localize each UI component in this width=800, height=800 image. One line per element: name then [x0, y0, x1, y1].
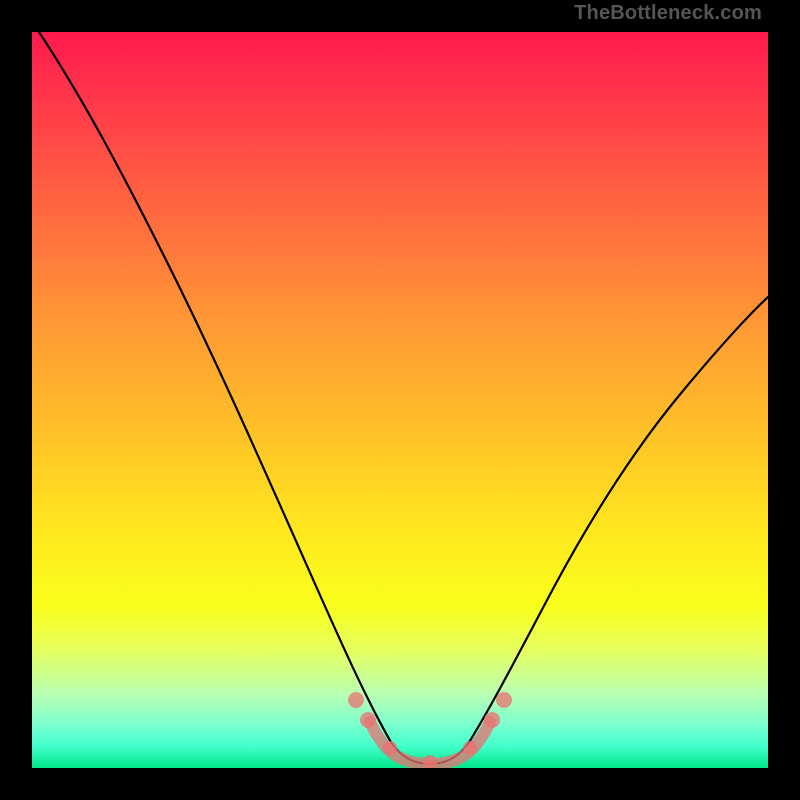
- plot-area: [32, 32, 768, 768]
- bottleneck-curve-svg: [32, 32, 768, 768]
- highlight-dot: [360, 712, 376, 728]
- chart-frame: TheBottleneck.com: [0, 0, 800, 800]
- branding-label: TheBottleneck.com: [574, 2, 762, 25]
- highlight-dot: [463, 741, 477, 755]
- highlight-dot: [423, 755, 437, 768]
- highlight-dot: [383, 741, 397, 755]
- highlight-dot: [484, 712, 500, 728]
- highlight-dot: [348, 692, 364, 708]
- bottleneck-curve: [39, 32, 768, 764]
- highlight-dot: [496, 692, 512, 708]
